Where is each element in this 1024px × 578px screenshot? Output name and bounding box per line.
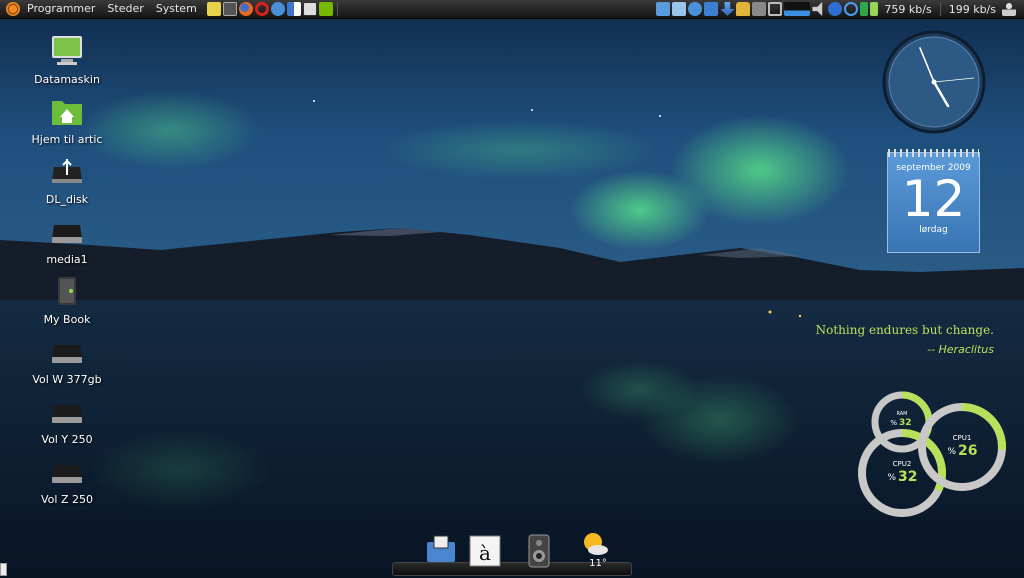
dropbox-icon[interactable] [704, 2, 719, 16]
display-icon[interactable] [768, 2, 783, 16]
desktop-icon-label: Vol W 377gb [32, 373, 102, 386]
ubuntu-logo-icon[interactable] [6, 2, 20, 16]
net-download-rate: 759 kb/s [884, 2, 932, 16]
panel-separator [939, 2, 941, 16]
opera-launcher-icon[interactable] [254, 2, 269, 16]
desktop-icon-datamaskin[interactable]: Datamaskin [25, 35, 109, 86]
ram-value: 32 [899, 418, 912, 428]
nvidia-settings-icon[interactable] [318, 2, 333, 16]
analog-clock-widget[interactable] [882, 30, 986, 134]
ram-label: RAM [896, 411, 907, 417]
desktop-icon-vol-z[interactable]: Vol Z 250 [25, 455, 109, 506]
desktop-icon-label: DL_disk [45, 193, 89, 206]
weather-temperature: 11° [589, 558, 607, 569]
download-arrow-icon[interactable] [720, 2, 735, 16]
desktop-icon-home[interactable]: Hjem til artic [25, 95, 109, 146]
download-speed-icon [870, 2, 879, 16]
quote-widget: Nothing endures but change. -- Heraclitu… [816, 323, 994, 356]
cpu1-label: CPU1 [953, 434, 972, 442]
keyring-lock-icon[interactable] [736, 2, 751, 16]
file-manager-dock-icon[interactable] [424, 534, 458, 568]
calendar-widget[interactable]: september 2009 12 lørdag [887, 149, 980, 253]
menu-steder[interactable]: Steder [101, 0, 149, 18]
cpu2-value: 32 [898, 469, 917, 485]
desktop-icon-my-book[interactable]: My Book [25, 275, 109, 326]
network-manager-icon[interactable] [672, 2, 687, 16]
desktop-icon-label: Datamaskin [34, 73, 100, 86]
cpu2-percent-sign: % [887, 473, 896, 483]
quote-author: -- Heraclitus [927, 343, 994, 356]
terminal-launcher-icon[interactable] [222, 2, 237, 16]
chat-status-icon[interactable] [688, 2, 703, 16]
ram-percent-sign: % [890, 419, 897, 427]
desktop-icon-label: Vol Z 250 [41, 493, 93, 506]
calendar-rings [888, 149, 979, 157]
menu-programmer[interactable]: Programmer [21, 0, 101, 18]
net-upload-rate: 199 kb/s [948, 2, 996, 16]
network-graph-icon [784, 2, 811, 16]
cpu1-value: 26 [958, 443, 977, 459]
firefox-launcher-icon[interactable] [238, 2, 253, 16]
panel-separator [336, 2, 338, 16]
top-panel: Programmer Steder System 759 kb/s 199 kb… [0, 0, 1024, 19]
quote-text: Nothing endures but change. [815, 323, 994, 337]
user-session-icon[interactable] [1002, 2, 1016, 16]
cpu1-percent-sign: % [947, 447, 956, 457]
power-icon[interactable] [844, 2, 859, 16]
screenshot-icon[interactable] [752, 2, 767, 16]
svg-text:à: à [479, 541, 491, 565]
battery-icon [860, 2, 869, 16]
gimp-launcher-icon[interactable] [286, 2, 301, 16]
calendar-day: 12 [901, 170, 966, 228]
notes-launcher-icon[interactable] [206, 2, 221, 16]
computer-icon [52, 36, 82, 65]
text-cursor-indicator [0, 563, 7, 576]
volume-icon[interactable] [812, 2, 823, 16]
desktop-icon-label: Hjem til artic [31, 133, 103, 146]
hard-drive-icon [52, 465, 82, 483]
hard-drive-icon [52, 345, 82, 363]
menu-system[interactable]: System [150, 0, 203, 18]
speaker-dock-icon[interactable] [522, 534, 556, 568]
home-folder-icon [52, 101, 82, 125]
desktop-icon-media1[interactable]: media1 [25, 215, 109, 266]
desktop-icon-label: Vol Y 250 [41, 433, 93, 446]
hard-drive-icon [52, 225, 82, 243]
bluetooth-icon[interactable] [828, 2, 843, 16]
system-tray: 759 kb/s 199 kb/s [655, 0, 1024, 18]
desktop-icon-vol-w[interactable]: Vol W 377gb [25, 335, 109, 386]
media-player-icon[interactable] [656, 2, 671, 16]
dock-bar: à 11° [392, 533, 632, 576]
weather-sun-cloud-icon[interactable] [578, 528, 612, 562]
cpu2-label: CPU2 [893, 460, 912, 468]
external-drive-icon [58, 277, 76, 305]
messenger-launcher-icon[interactable] [270, 2, 285, 16]
usb-drive-icon [52, 159, 82, 183]
hard-drive-icon [52, 405, 82, 423]
desktop-icon-dl-disk[interactable]: DL_disk [25, 155, 109, 206]
system-monitor-gauges: RAM % 32 CPU2 % 32 CPU1 % 26 [858, 391, 1006, 517]
character-map-dock-icon[interactable]: à [468, 534, 502, 568]
archive-launcher-icon[interactable] [302, 2, 317, 16]
desktop-icon-label: My Book [43, 313, 91, 326]
desktop-icon-label: media1 [46, 253, 88, 266]
desktop-icon-vol-y[interactable]: Vol Y 250 [25, 395, 109, 446]
